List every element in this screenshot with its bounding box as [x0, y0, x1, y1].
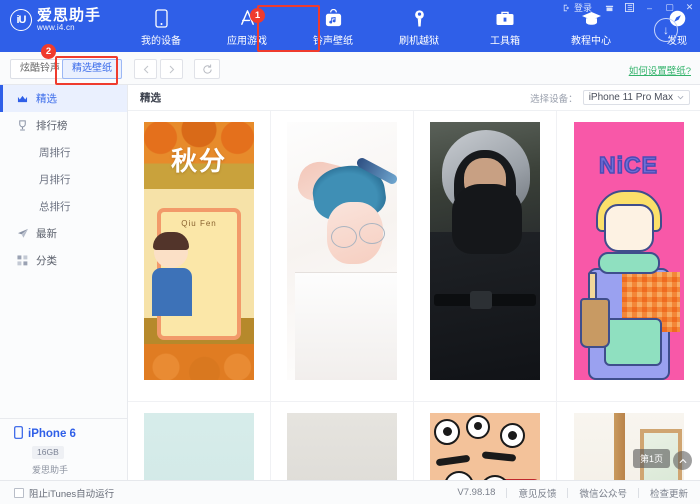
- grid-icon: [16, 255, 29, 266]
- paperplane-icon: [16, 228, 29, 239]
- wallpaper-cell[interactable]: [128, 402, 271, 480]
- device-select-value: iPhone 11 Pro Max: [589, 92, 673, 103]
- status-bar: 阻止iTunes自动运行 V7.98.18 意见反馈 微信公众号 检查更新: [0, 480, 700, 504]
- sidebar-item-month-ranking[interactable]: 月排行: [0, 166, 127, 193]
- checkbox-box[interactable]: [14, 488, 24, 498]
- wallpaper-thumb-crayon-shinchan-pattern[interactable]: [430, 413, 540, 480]
- status-links: V7.98.18 意见反馈 微信公众号 检查更新: [446, 486, 688, 500]
- wallpaper-thumb-hooded-masked-boy-photo[interactable]: [430, 122, 540, 380]
- forward-button[interactable]: [160, 59, 183, 79]
- music-bag-icon: [324, 8, 343, 29]
- sidebar-item-label: 最新: [36, 226, 57, 241]
- sidebar-item-latest[interactable]: 最新: [0, 220, 127, 247]
- wallpaper-thumb-pink-flowers-sky[interactable]: [144, 413, 254, 480]
- wallpaper-cell[interactable]: [271, 111, 414, 402]
- phone-icon: [155, 8, 168, 29]
- device-selector[interactable]: 选择设备： iPhone 11 Pro Max: [530, 90, 690, 105]
- chevron-right-icon: [169, 65, 175, 74]
- flash-icon: [411, 8, 428, 29]
- chevron-up-icon: [679, 458, 687, 464]
- feedback-link[interactable]: 意见反馈: [518, 486, 556, 500]
- wallpaper-cell[interactable]: [414, 111, 557, 402]
- nav-item-ringtone-wallpaper[interactable]: 铃声壁纸: [290, 4, 376, 50]
- sidebar-item-total-ranking[interactable]: 总排行: [0, 193, 127, 220]
- wallpaper-thumb-two-girls-by-window[interactable]: [574, 413, 684, 480]
- scroll-to-top-button[interactable]: [673, 451, 692, 470]
- page-title: 精选: [140, 90, 161, 105]
- wallpaper-caption: 秋分: [144, 148, 254, 175]
- content-area: 精选 选择设备： iPhone 11 Pro Max 秋分 Qiu Fen: [128, 85, 700, 480]
- wallpaper-thumb-blue-hair-anime-boy[interactable]: [287, 122, 397, 380]
- nav-label: 铃声壁纸: [313, 32, 353, 47]
- logo-url: www.i4.cn: [37, 24, 101, 32]
- device-select-dropdown[interactable]: iPhone 11 Pro Max: [583, 90, 690, 105]
- version-label: V7.98.18: [457, 487, 495, 498]
- app-logo: iU 爱思助手 www.i4.cn: [10, 8, 101, 32]
- refresh-button[interactable]: [194, 59, 220, 79]
- logo-title: 爱思助手: [37, 8, 101, 24]
- sidebar: 精选 排行榜 周排行 月排行 总排行 最新 分类: [0, 85, 128, 480]
- chevron-down-icon: [677, 95, 684, 100]
- back-button[interactable]: [134, 59, 157, 79]
- device-select-label: 选择设备：: [530, 91, 578, 105]
- annotation-badge-1: 1: [250, 8, 265, 23]
- toolbox-icon: [495, 8, 515, 29]
- download-circle-icon[interactable]: ↓: [654, 18, 678, 42]
- nav-label: 刷机越狱: [399, 32, 439, 47]
- nav-item-my-device[interactable]: 我的设备: [118, 4, 204, 50]
- nav-item-flash-jailbreak[interactable]: 刷机越狱: [376, 4, 462, 50]
- content-header: 精选 选择设备： iPhone 11 Pro Max: [128, 85, 700, 111]
- sidebar-item-category[interactable]: 分类: [0, 247, 127, 274]
- nav-item-app-games[interactable]: 应用游戏: [204, 4, 290, 50]
- block-itunes-label: 阻止iTunes自动运行: [29, 486, 114, 500]
- check-update-link[interactable]: 检查更新: [650, 486, 688, 500]
- wallpaper-cell[interactable]: 秋分 Qiu Fen: [128, 111, 271, 402]
- wallpaper-thumb-nice-cartoon-girl[interactable]: NiCE: [574, 122, 684, 380]
- nav-label: 我的设备: [141, 32, 181, 47]
- sidebar-item-label: 分类: [36, 253, 57, 268]
- page-indicator-badge: 第1页: [633, 449, 670, 468]
- sidebar-item-week-ranking[interactable]: 周排行: [0, 139, 127, 166]
- secondary-toolbar: 炫酷铃声 精选壁纸 如何设置壁纸?: [0, 52, 700, 85]
- main-nav: 我的设备 应用游戏 铃声壁纸 刷机越狱: [118, 4, 700, 50]
- block-itunes-checkbox[interactable]: 阻止iTunes自动运行: [14, 486, 114, 500]
- wallpaper-thumb-autumn-qiufen-illustration[interactable]: 秋分 Qiu Fen: [144, 122, 254, 380]
- device-name: iPhone 6: [28, 428, 76, 440]
- logo-mark-icon: iU: [10, 9, 32, 31]
- nav-label: 工具箱: [490, 32, 520, 47]
- app-header: 登录 – ▢ ✕ iU 爱思助手 www.i4.cn: [0, 0, 700, 52]
- wallpaper-pinyin: Qiu Fen: [144, 219, 254, 228]
- wallpaper-cell[interactable]: [414, 402, 557, 480]
- refresh-icon: [202, 64, 213, 75]
- wallpaper-grid: 秋分 Qiu Fen NiCE: [128, 111, 700, 480]
- crown-icon: [16, 94, 29, 104]
- trophy-icon: [16, 120, 29, 131]
- tab-featured-wallpaper[interactable]: 精选壁纸: [62, 59, 122, 79]
- device-source: 爱思助手: [32, 463, 127, 476]
- sidebar-item-label: 排行榜: [36, 118, 68, 133]
- app-window: 登录 – ▢ ✕ iU 爱思助手 www.i4.cn: [0, 0, 700, 504]
- wallpaper-cell[interactable]: NiCE: [557, 111, 700, 402]
- tab-cool-ringtone[interactable]: 炫酷铃声: [10, 59, 70, 79]
- wechat-link[interactable]: 微信公众号: [579, 486, 627, 500]
- sidebar-item-featured[interactable]: 精选: [0, 85, 127, 112]
- sidebar-item-label: 精选: [36, 91, 57, 106]
- wallpaper-thumb-transparent-umbrella[interactable]: [287, 413, 397, 480]
- nav-item-toolbox[interactable]: 工具箱: [462, 4, 548, 50]
- nav-label: 应用游戏: [227, 32, 267, 47]
- graduation-icon: [581, 8, 602, 29]
- how-to-set-wallpaper-link[interactable]: 如何设置壁纸?: [629, 63, 691, 77]
- wallpaper-caption: NiCE: [574, 152, 684, 179]
- phone-small-icon: [14, 426, 23, 442]
- nav-item-tutorial-center[interactable]: 教程中心: [548, 4, 634, 50]
- connected-device-panel[interactable]: iPhone 6 16GB 爱思助手: [0, 418, 127, 480]
- nav-label: 教程中心: [571, 32, 611, 47]
- chevron-left-icon: [143, 65, 149, 74]
- device-capacity: 16GB: [32, 446, 64, 459]
- wallpaper-cell[interactable]: [271, 402, 414, 480]
- annotation-badge-2: 2: [41, 44, 56, 59]
- sidebar-item-ranking[interactable]: 排行榜: [0, 112, 127, 139]
